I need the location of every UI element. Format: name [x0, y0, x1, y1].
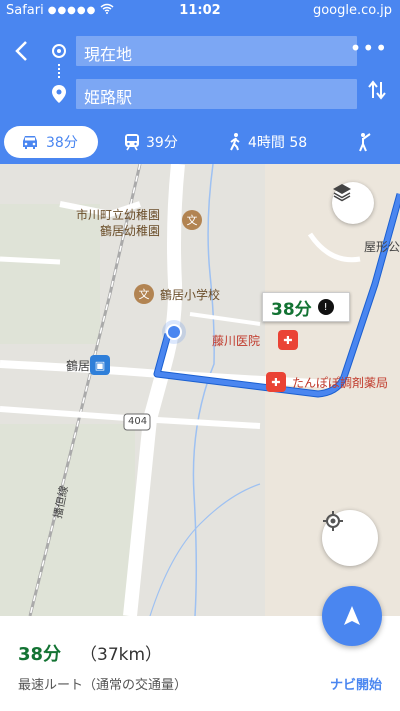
route-time-callout[interactable]: 38分 !: [262, 292, 350, 322]
tab-driving-label: 38分: [46, 135, 78, 151]
school-poi-icon[interactable]: 文: [134, 284, 154, 304]
tab-ride[interactable]: [356, 126, 374, 158]
route-dots-icon: [58, 64, 60, 78]
car-icon: [23, 136, 37, 149]
map-label-pharmacy: たんぽぽ調剤薬局: [292, 376, 389, 390]
map-view[interactable]: 市川町立幼稚園 鶴居幼稚園 文 文 鶴居小学校 藤川医院 ✚ ✚ たんぽぽ調剤薬…: [0, 164, 400, 616]
origin-icon: [52, 44, 66, 58]
map-label-kindergarten2: 鶴居幼稚園: [100, 224, 161, 238]
directions-header: 現在地 姫路駅 •••: [0, 22, 400, 122]
map-label-place: 屋形公: [364, 240, 400, 254]
walk-icon: [230, 133, 240, 151]
navigation-arrow-icon: [344, 606, 360, 625]
route-distance: （37km）: [80, 645, 163, 665]
status-url: google.co.jp: [312, 3, 392, 18]
route-description: 最速ルート（通常の交通量）: [18, 678, 188, 693]
tab-transit[interactable]: 39分: [124, 126, 178, 158]
tab-walking[interactable]: 4時間 58: [228, 126, 307, 158]
destination-field[interactable]: 姫路駅: [76, 79, 357, 109]
more-options-button[interactable]: •••: [350, 36, 388, 60]
origin-field[interactable]: 現在地: [76, 36, 357, 66]
crosshair-icon: [323, 511, 343, 531]
map-label-school: 鶴居小学校: [160, 288, 221, 302]
callout-duration: 38分: [271, 299, 312, 320]
road-number-label: 404: [128, 416, 148, 427]
swap-button[interactable]: [368, 80, 386, 105]
hail-icon: [359, 133, 371, 152]
status-bar: Safari ●●●●● 11:02 google.co.jp: [0, 0, 400, 22]
hospital-poi-icon[interactable]: ✚: [278, 330, 298, 350]
my-location-button[interactable]: [322, 510, 378, 566]
swap-icon: [368, 80, 386, 100]
route-duration: 38分: [18, 644, 62, 665]
back-arrow-icon: [15, 41, 27, 61]
tab-driving[interactable]: 38分: [4, 126, 98, 158]
layers-button[interactable]: [332, 182, 374, 224]
destination-pin-icon: [52, 85, 66, 103]
pharmacy-poi-icon[interactable]: ✚: [266, 372, 286, 392]
navigate-button[interactable]: [322, 586, 382, 646]
school-poi-icon[interactable]: 文: [182, 210, 202, 230]
toll-info-icon: !: [317, 299, 334, 315]
map-label-station: 鶴居: [66, 359, 91, 373]
start-navigation-link[interactable]: ナビ開始: [330, 674, 382, 693]
train-icon: [125, 134, 139, 151]
travel-mode-tabs: 38分 39分 4時間 58: [0, 122, 400, 164]
layers-icon: [333, 184, 351, 202]
map-label-hospital: 藤川医院: [212, 334, 261, 348]
tab-walking-label: 4時間 58: [248, 135, 308, 151]
back-button[interactable]: [14, 40, 36, 62]
tab-transit-label: 39分: [146, 135, 178, 151]
map-label-kindergarten1: 市川町立幼稚園: [76, 208, 161, 222]
station-poi-icon[interactable]: ▣: [90, 355, 110, 375]
